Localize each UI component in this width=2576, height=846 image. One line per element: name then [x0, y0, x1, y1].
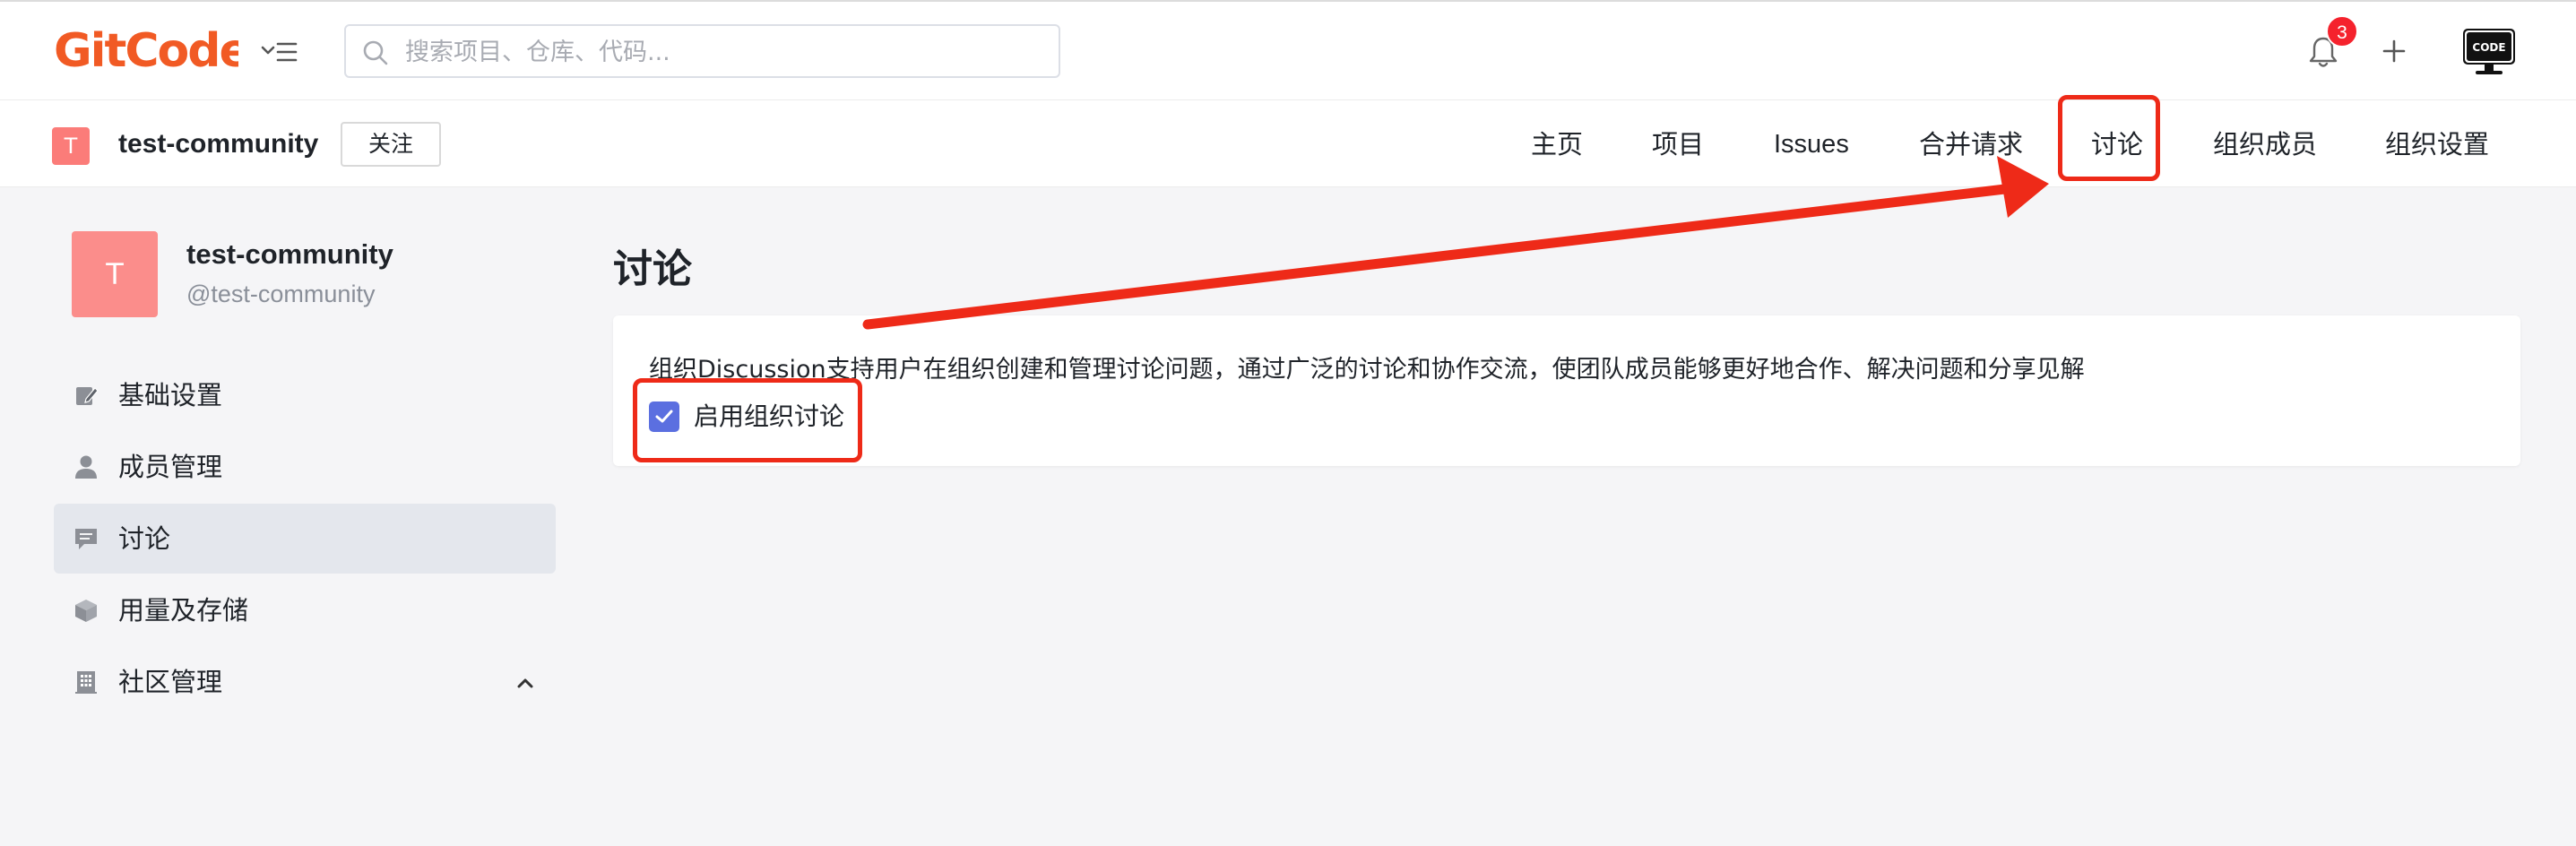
- tab-members[interactable]: 组织成员: [2213, 124, 2317, 165]
- discussion-description: 组织Discussion支持用户在组织创建和管理讨论问题，通过广泛的讨论和协作交…: [649, 356, 2085, 384]
- annotation-highlight-checkbox: [633, 378, 862, 462]
- create-plus-icon[interactable]: [2379, 36, 2409, 66]
- search-icon: [363, 40, 388, 65]
- sidebar-item-label: 讨论: [118, 523, 171, 554]
- sidebar-item-label: 基础设置: [118, 380, 223, 410]
- sidebar-item-basic-settings[interactable]: 基础设置: [54, 360, 556, 430]
- sidebar-org-title: test-community: [186, 238, 393, 270]
- tab-projects[interactable]: 项目: [1652, 124, 1704, 165]
- sidebar-item-community-management[interactable]: 社区管理: [54, 647, 556, 717]
- tab-settings[interactable]: 组织设置: [2385, 124, 2489, 165]
- search-input[interactable]: [403, 33, 1034, 71]
- org-header: T test-community 关注 主页 项目 Issues 合并请求 讨论…: [0, 100, 2576, 187]
- org-name[interactable]: test-community: [118, 129, 318, 160]
- avatar-text: CODE: [2472, 41, 2505, 54]
- org-badge: T: [52, 127, 90, 165]
- sidebar-item-member-management[interactable]: 成员管理: [54, 432, 556, 502]
- building-icon: [75, 671, 97, 694]
- box-icon: [75, 600, 97, 622]
- tab-issues[interactable]: Issues: [1774, 124, 1849, 165]
- menu-toggle-icon[interactable]: [260, 34, 299, 70]
- user-icon: [75, 455, 97, 479]
- sidebar-org-handle: @test-community: [186, 281, 376, 307]
- tab-home[interactable]: 主页: [1531, 124, 1583, 165]
- annotation-highlight-tab: [2058, 95, 2160, 181]
- follow-button[interactable]: 关注: [341, 122, 441, 167]
- sidebar-item-label: 成员管理: [118, 452, 223, 482]
- edit-icon: [76, 387, 99, 405]
- sidebar-item-label: 用量及存储: [118, 595, 249, 626]
- logo-text: GitCode: [54, 24, 238, 78]
- tab-merge-requests[interactable]: 合并请求: [1919, 124, 2023, 165]
- org-avatar: T: [72, 231, 158, 317]
- chat-icon: [75, 529, 97, 549]
- discussion-settings-card: 组织Discussion支持用户在组织创建和管理讨论问题，通过广泛的讨论和协作交…: [613, 315, 2520, 466]
- gitcode-logo[interactable]: GitCode: [54, 20, 238, 79]
- sidebar-item-usage-storage[interactable]: 用量及存储: [54, 575, 556, 645]
- page-title: 讨论: [613, 246, 692, 292]
- chevron-up-icon[interactable]: [514, 672, 536, 694]
- sidebar-item-label: 社区管理: [118, 667, 223, 697]
- sidebar-item-discussions[interactable]: 讨论: [54, 504, 556, 574]
- notification-count-badge: 3: [2326, 15, 2358, 47]
- top-header: GitCode 3 CODE: [0, 0, 2576, 100]
- search-box[interactable]: [344, 24, 1060, 78]
- user-avatar[interactable]: CODE: [2461, 27, 2517, 77]
